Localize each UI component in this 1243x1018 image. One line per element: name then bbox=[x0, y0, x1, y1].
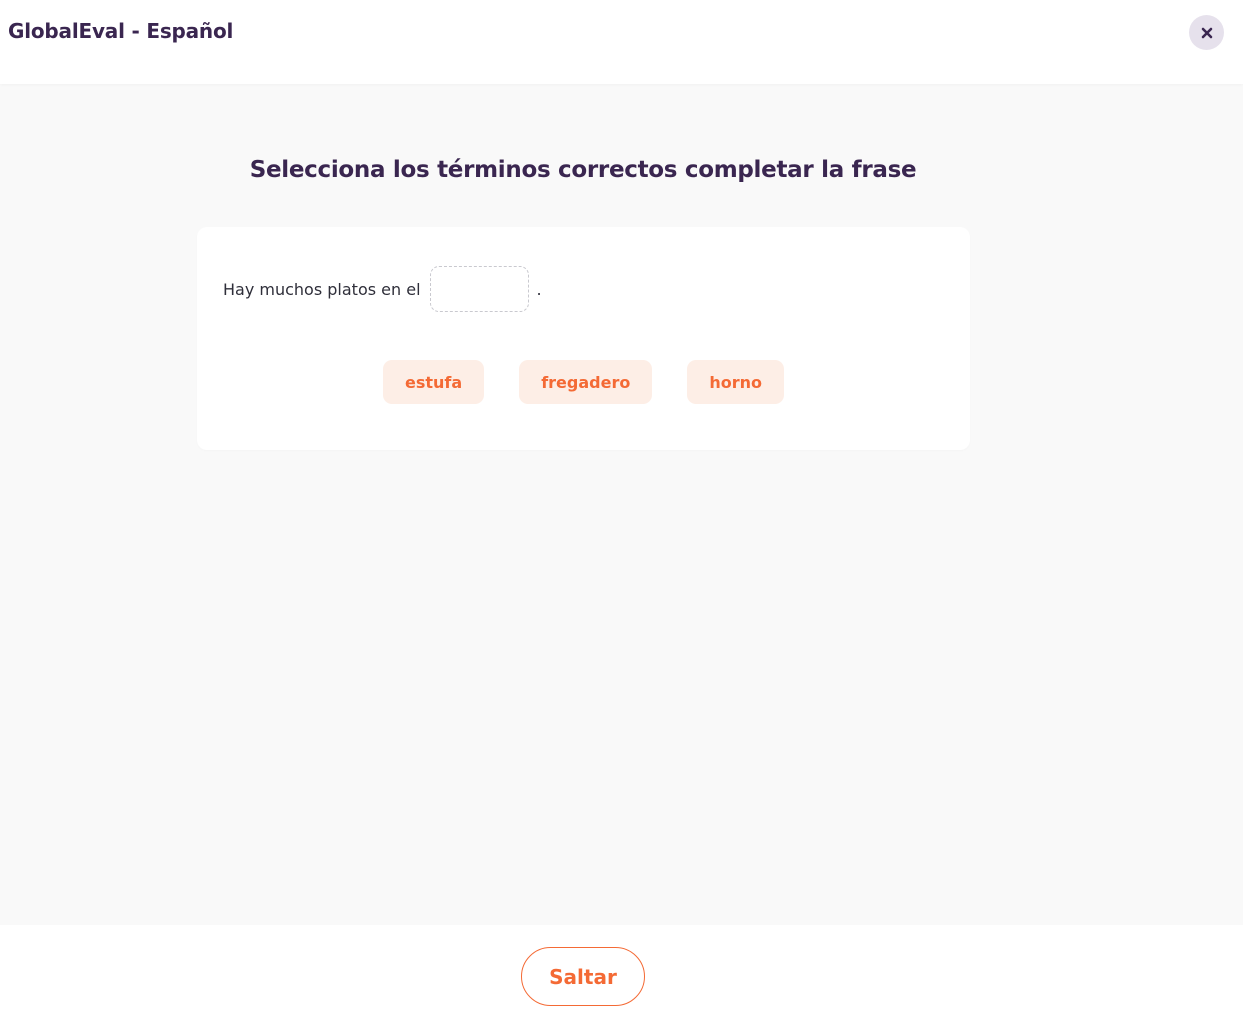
answer-drop-zone[interactable] bbox=[429, 266, 529, 312]
options-list: estufa fregadero horno bbox=[197, 360, 970, 404]
sentence-text: Hay muchos platos en el bbox=[223, 279, 421, 299]
close-icon bbox=[1201, 27, 1213, 39]
option-fregadero[interactable]: fregadero bbox=[519, 360, 653, 404]
option-estufa[interactable]: estufa bbox=[383, 360, 485, 404]
sentence-end: . bbox=[536, 279, 542, 299]
page: GlobalEval - Español Selecciona los térm… bbox=[0, 0, 1243, 1018]
sentence: Hay muchos platos en el . bbox=[223, 266, 542, 312]
header: GlobalEval - Español bbox=[0, 0, 1243, 84]
footer: Saltar bbox=[0, 925, 1243, 1018]
close-button[interactable] bbox=[1189, 15, 1224, 50]
skip-button[interactable]: Saltar bbox=[521, 947, 645, 1006]
option-horno[interactable]: horno bbox=[687, 360, 784, 404]
question-title: Selecciona los términos correctos comple… bbox=[249, 157, 917, 183]
question-card: Hay muchos platos en el . estufa fregade… bbox=[197, 227, 970, 450]
app-title: GlobalEval - Español bbox=[8, 19, 234, 43]
